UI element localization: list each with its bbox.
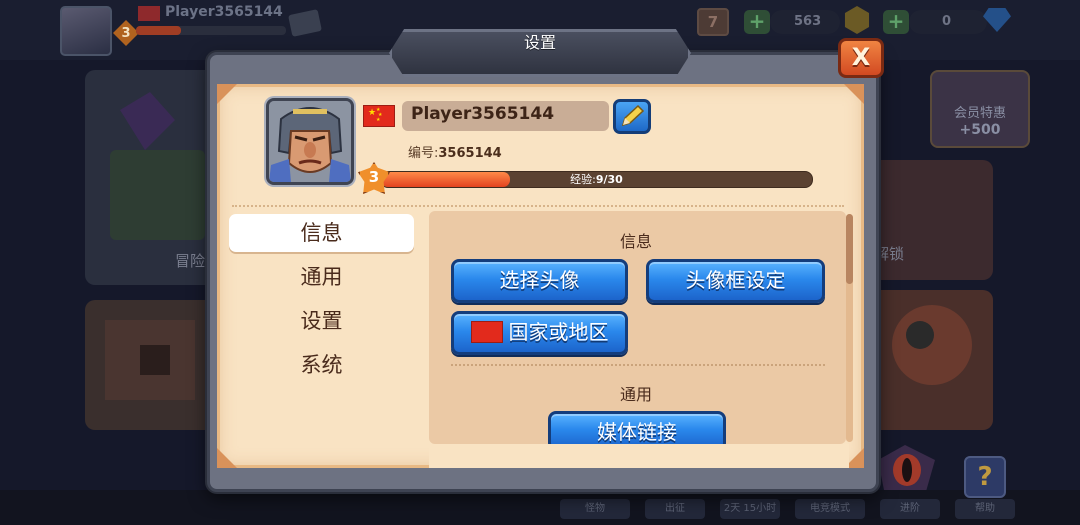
bottom-nav-timer: 2天 15小时 — [720, 499, 780, 519]
knight-avatar-icon — [269, 101, 351, 182]
scrollbar-thumb[interactable] — [846, 214, 853, 284]
pencil-icon — [621, 104, 645, 127]
player-id-value: 3565144 — [438, 146, 502, 161]
xp-label: 经验: — [570, 173, 596, 186]
tab-system[interactable]: 系统 — [229, 346, 414, 384]
profile-divider — [232, 205, 844, 207]
edit-name-button[interactable] — [613, 99, 651, 134]
bottom-nav-advance[interactable]: 进阶 — [880, 499, 940, 519]
country-flag-icon — [470, 320, 503, 343]
country-region-button[interactable]: 国家或地区 — [451, 311, 628, 355]
hud-avatar[interactable] — [60, 6, 112, 56]
select-avatar-button[interactable]: 选择头像 — [451, 259, 628, 303]
help-icon[interactable]: ? — [964, 456, 1006, 498]
add-currency-b-button[interactable]: + — [883, 10, 909, 34]
avatar-frame-settings-button[interactable]: 头像框设定 — [646, 259, 825, 303]
profile-avatar[interactable] — [266, 98, 354, 185]
tab-general[interactable]: 通用 — [229, 258, 414, 296]
promo-bonus: +500 — [959, 122, 1001, 138]
player-id-row: 编号:3565144 — [408, 142, 502, 161]
bottom-nav-esports[interactable]: 电竞模式 — [795, 499, 865, 519]
hud-player-name: Player3565144 — [165, 4, 283, 20]
player-id-label: 编号: — [408, 146, 439, 161]
bottom-nav-monsters[interactable]: 怪物 — [560, 499, 630, 519]
promo-title: 会员特惠 — [953, 106, 1006, 121]
currency-b-value: 0 — [942, 14, 952, 29]
currency-a-value: 563 — [794, 14, 822, 29]
hud-xp-bar — [136, 26, 286, 35]
xp-value: 9/30 — [595, 173, 623, 186]
player-name: Player3565144 — [411, 104, 555, 124]
country-flag-icon: ★ ★ ★ ★ — [363, 105, 395, 127]
adventure-label: 冒险 — [175, 252, 206, 270]
add-currency-a-button[interactable]: + — [744, 10, 770, 34]
hud-flag-icon — [138, 6, 160, 21]
close-button[interactable]: X — [838, 38, 884, 78]
section-heading-general: 通用 — [620, 385, 653, 404]
section-heading-info: 信息 — [620, 232, 653, 251]
tab-info[interactable]: 信息 — [229, 214, 414, 252]
tab-settings[interactable]: 设置 — [229, 302, 414, 340]
country-region-label: 国家或地区 — [508, 320, 609, 344]
section-divider — [451, 364, 825, 366]
modal-title: 设置 — [523, 33, 556, 52]
xp-readout: 经验:9/30 — [380, 171, 813, 188]
pane-clip-mask — [429, 444, 849, 468]
calendar-icon[interactable]: 7 — [697, 8, 729, 36]
bottom-nav-help[interactable]: 帮助 — [955, 499, 1015, 519]
vip-promo-card[interactable]: 会员特惠 +500 — [930, 70, 1030, 148]
bottom-nav-campaign[interactable]: 出征 — [645, 499, 705, 519]
